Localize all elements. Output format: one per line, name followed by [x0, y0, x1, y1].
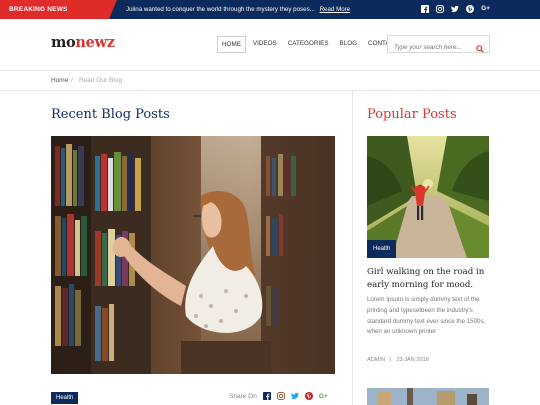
twitter-icon[interactable] — [451, 5, 459, 13]
nav-videos[interactable]: VIDEOS — [249, 36, 281, 53]
facebook-icon[interactable] — [421, 5, 430, 13]
share-instagram-icon[interactable] — [276, 392, 285, 400]
top-bar: BREAKING NEWS Julina wanted to conquer t… — [0, 0, 540, 19]
share-twitter-icon[interactable] — [290, 392, 299, 400]
breadcrumb: Home / Read Our Blog — [0, 72, 540, 91]
instagram-icon[interactable] — [436, 5, 445, 13]
breadcrumb-home[interactable]: Home — [51, 72, 68, 89]
popular-post-meta: ADMIN | 23 JAN 2018 — [367, 357, 429, 363]
breadcrumb-separator: / — [71, 77, 73, 84]
nav-home[interactable]: HOME — [217, 36, 246, 53]
post-date: 23 JAN 2018 — [396, 357, 429, 363]
breaking-news-label: BREAKING NEWS — [0, 0, 117, 19]
google-plus-icon[interactable]: G+ — [481, 5, 490, 13]
nav-categories[interactable]: CATEGORIES — [284, 36, 333, 53]
featured-post-image[interactable] — [51, 136, 335, 374]
site-header: monewz HOME VIDEOS CATEGORIES BLOG CONTA… — [0, 19, 540, 71]
search-box — [387, 35, 490, 56]
popular-post-tag[interactable]: Health — [367, 240, 397, 258]
breadcrumb-current: Read Our Blog — [79, 77, 122, 84]
main-nav: HOME VIDEOS CATEGORIES BLOG CONTACT — [217, 36, 405, 53]
pinterest-icon[interactable] — [466, 5, 475, 13]
search-input[interactable] — [388, 39, 474, 56]
popular-posts-title: Popular Posts — [367, 107, 457, 122]
search-icon[interactable] — [476, 40, 484, 53]
site-logo[interactable]: monewz — [51, 34, 115, 51]
post-category-tag[interactable]: Health — [51, 392, 79, 404]
column-divider — [352, 91, 353, 405]
popular-post-headline[interactable]: Girl walking on the road in early mornin… — [367, 266, 489, 292]
post-author[interactable]: ADMIN — [367, 357, 385, 363]
meta-separator: | — [390, 357, 392, 363]
top-social-icons: G+ — [421, 5, 490, 13]
section-title: Recent Blog Posts — [51, 107, 170, 122]
logo-part-newz: newz — [75, 34, 115, 51]
popular-post-excerpt: Lorem Ipsum is simply dummy text of the … — [367, 296, 486, 336]
share-facebook-icon[interactable] — [262, 392, 271, 400]
second-popular-post-image[interactable] — [367, 388, 489, 405]
news-ticker: Julina wanted to conquer the world throu… — [126, 0, 350, 19]
ticker-text: Julina wanted to conquer the world throu… — [126, 6, 315, 13]
share-google-plus-icon[interactable]: G+ — [319, 393, 328, 400]
share-label: Share On — [229, 392, 257, 400]
share-bar: Share On G+ — [229, 392, 328, 400]
logo-part-mo: mo — [51, 34, 76, 51]
read-more-link[interactable]: Read More — [320, 6, 351, 13]
nav-blog[interactable]: BLOG — [336, 36, 362, 53]
share-pinterest-icon[interactable] — [304, 392, 313, 400]
